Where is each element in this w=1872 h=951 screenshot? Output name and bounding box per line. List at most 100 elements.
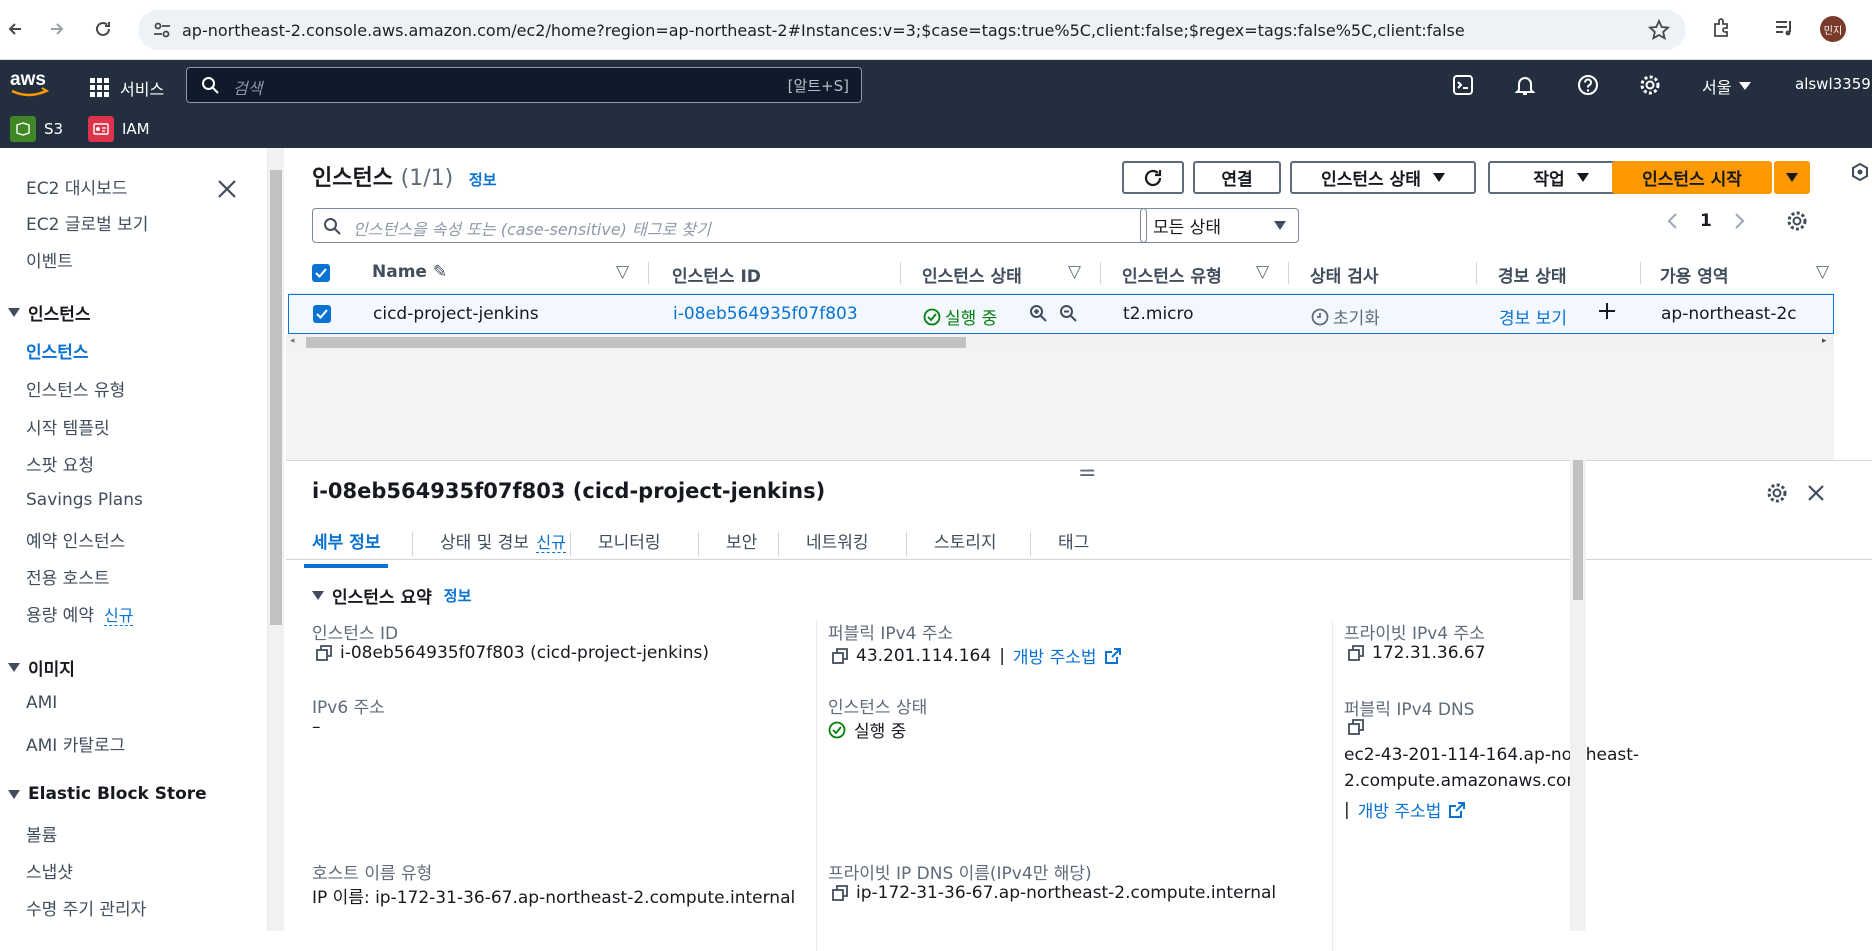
chevron-right-icon[interactable] [1734, 212, 1746, 230]
nav-capacity-reservations[interactable]: 용량 예약 신규 [26, 601, 134, 626]
nav-events[interactable]: 이벤트 [26, 247, 73, 272]
scroll-right-icon[interactable]: ▸ [1822, 336, 1827, 346]
sort-icon[interactable]: ▽ [1816, 262, 1829, 282]
sort-icon[interactable]: ▽ [1068, 262, 1081, 282]
column-name[interactable]: Name ✎ [372, 262, 447, 282]
nav-instances[interactable]: 인스턴스 [26, 338, 89, 363]
resize-handle-icon[interactable]: = [1078, 461, 1096, 486]
table-row[interactable]: cicd-project-jenkins i-08eb564935f07f803… [288, 294, 1834, 334]
nav-spot-requests[interactable]: 스팟 요청 [26, 451, 94, 476]
favorite-iam[interactable]: IAM [88, 116, 150, 142]
tab-tags[interactable]: 태그 [1058, 528, 1089, 553]
column-instance-id[interactable]: 인스턴스 ID [672, 262, 761, 287]
media-controls-icon[interactable] [1772, 16, 1796, 40]
instance-filter-input[interactable]: 인스턴스을 속성 또는 (case-sensitive) 태그로 찾기 [312, 208, 1147, 243]
state-filter-select[interactable]: 모든 상태 [1140, 208, 1299, 243]
nav-volumes[interactable]: 볼륨 [26, 821, 57, 846]
global-search-input[interactable]: 검색 [알트+S] [186, 67, 862, 103]
refresh-button[interactable] [1122, 161, 1184, 194]
table-preferences-gear-icon[interactable] [1786, 210, 1808, 232]
column-divider[interactable] [900, 262, 901, 284]
chevron-left-icon[interactable] [1666, 212, 1678, 230]
scroll-left-icon[interactable]: ◂ [290, 336, 295, 346]
page-number[interactable]: 1 [1700, 211, 1712, 231]
column-divider[interactable] [1100, 262, 1101, 284]
column-divider[interactable] [1476, 262, 1477, 284]
nav-savings-plans[interactable]: Savings Plans [26, 490, 143, 510]
nav-ami-catalog[interactable]: AMI 카탈로그 [26, 731, 125, 756]
help-icon[interactable] [1577, 74, 1599, 96]
copy-icon[interactable] [832, 647, 848, 664]
region-selector[interactable]: 서울 [1702, 74, 1752, 98]
nav-lifecycle-manager[interactable]: 수명 주기 관리자 [26, 895, 146, 920]
favorite-s3[interactable]: S3 [10, 116, 63, 142]
nav-instance-types[interactable]: 인스턴스 유형 [26, 376, 125, 401]
nav-snapshots[interactable]: 스냅샷 [26, 858, 73, 883]
settings-gear-icon[interactable] [1639, 74, 1661, 96]
nav-ami[interactable]: AMI [26, 693, 57, 713]
external-link-icon[interactable] [1449, 801, 1466, 818]
sidebar-scrollbar[interactable] [268, 148, 284, 931]
aws-logo[interactable]: aws [8, 68, 50, 100]
address-bar[interactable]: ap-northeast-2.console.aws.amazon.com/ec… [138, 10, 1686, 50]
scrollbar-thumb[interactable] [1573, 460, 1583, 600]
close-panel-icon[interactable] [1806, 483, 1826, 503]
tab-monitoring[interactable]: 모니터링 [598, 528, 661, 553]
zoom-out-icon[interactable] [1059, 304, 1077, 322]
profile-avatar[interactable]: 민지 [1820, 16, 1846, 42]
site-settings-icon[interactable] [152, 20, 172, 40]
launch-options-button[interactable] [1774, 161, 1810, 194]
detail-panel-scrollbar[interactable] [1570, 460, 1586, 931]
scrollbar-thumb[interactable] [270, 170, 282, 625]
column-availability-zone[interactable]: 가용 영역 [1660, 262, 1728, 287]
open-address-link[interactable]: 개방 주소법 [1013, 643, 1097, 668]
column-divider[interactable] [648, 262, 649, 284]
services-menu[interactable]: 서비스 [90, 76, 164, 100]
copy-icon[interactable] [316, 645, 332, 661]
tab-networking[interactable]: 네트워킹 [806, 528, 869, 553]
column-divider[interactable] [1640, 262, 1641, 284]
account-menu[interactable]: alswl3359 [1795, 75, 1871, 93]
row-checkbox[interactable] [313, 305, 331, 323]
sort-icon[interactable]: ▽ [616, 262, 629, 282]
table-horizontal-scrollbar[interactable]: ◂ ▸ [286, 334, 1834, 350]
nav-section-ebs[interactable]: Elastic Block Store [8, 784, 207, 804]
close-nav-icon[interactable] [216, 178, 238, 200]
column-alarm-status[interactable]: 경보 상태 [1498, 262, 1566, 287]
public-dns-copy-icon[interactable] [1348, 719, 1364, 735]
launch-instance-button[interactable]: 인스턴스 시작 [1612, 161, 1772, 194]
nav-launch-templates[interactable]: 시작 템플릿 [26, 414, 110, 439]
copy-icon[interactable] [1348, 645, 1364, 661]
instance-state-button[interactable]: 인스턴스 상태 [1290, 161, 1476, 194]
view-alarms-link[interactable]: 경보 보기 [1499, 304, 1567, 329]
copy-icon[interactable] [832, 885, 848, 901]
nav-section-images[interactable]: 이미지 [8, 655, 75, 680]
nav-ec2-dashboard[interactable]: EC2 대시보드 [26, 174, 127, 199]
info-link[interactable]: 정보 [444, 585, 472, 606]
instance-summary-header[interactable]: 인스턴스 요약 정보 [312, 583, 471, 608]
column-divider[interactable] [1288, 262, 1289, 284]
side-panel-toggle-icon[interactable] [1850, 162, 1870, 182]
cell-instance-id[interactable]: i-08eb564935f07f803 [673, 304, 858, 324]
column-status-check[interactable]: 상태 검사 [1310, 262, 1378, 287]
nav-section-instances[interactable]: 인스턴스 [8, 300, 91, 325]
reload-icon[interactable] [88, 14, 118, 44]
open-address-link[interactable]: 개방 주소법 [1358, 797, 1442, 822]
forward-icon[interactable] [42, 14, 72, 44]
tab-status-alarms[interactable]: 상태 및 경보 신규 [440, 528, 566, 553]
notifications-bell-icon[interactable] [1514, 74, 1536, 96]
cell-name[interactable]: cicd-project-jenkins [373, 304, 539, 324]
extensions-icon[interactable] [1710, 16, 1734, 40]
tab-security[interactable]: 보안 [726, 528, 757, 553]
column-instance-state[interactable]: 인스턴스 상태 [922, 262, 1022, 287]
info-link[interactable]: 정보 [469, 171, 497, 189]
add-alarm-icon[interactable] [1597, 301, 1617, 321]
nav-reserved-instances[interactable]: 예약 인스턴스 [26, 527, 125, 552]
nav-dedicated-hosts[interactable]: 전용 호스트 [26, 564, 110, 589]
sort-icon[interactable]: ▽ [1256, 262, 1269, 282]
external-link-icon[interactable] [1104, 647, 1121, 664]
bookmark-star-icon[interactable] [1648, 19, 1670, 41]
column-instance-type[interactable]: 인스턴스 유형 [1122, 262, 1222, 287]
connect-button[interactable]: 연결 [1193, 161, 1281, 194]
tab-storage[interactable]: 스토리지 [934, 528, 997, 553]
